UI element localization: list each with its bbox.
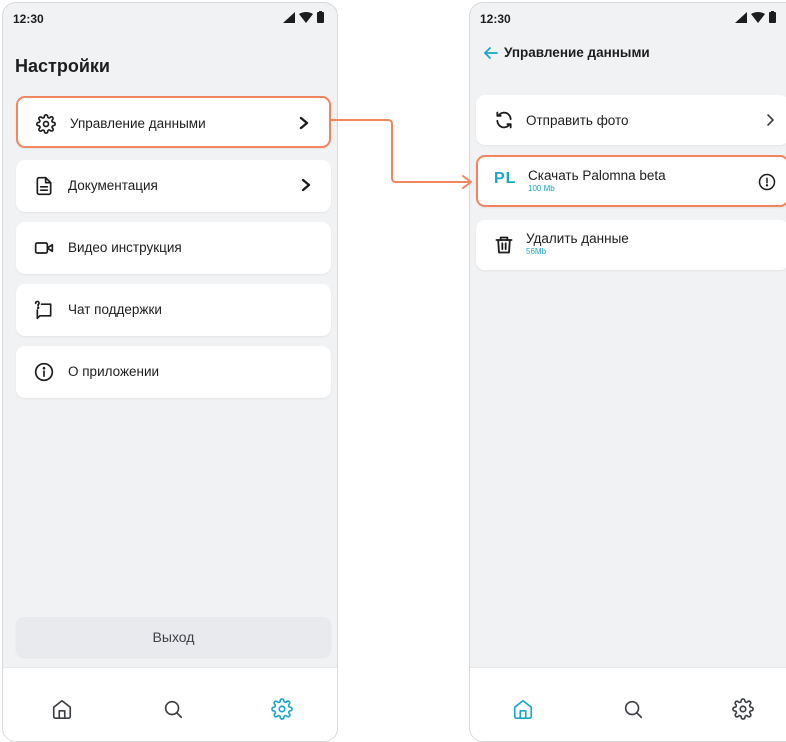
status-icons	[735, 11, 776, 23]
status-bar: 12:30	[470, 3, 786, 31]
menu-item-video-guide[interactable]: Видео инструкция	[16, 222, 331, 274]
chat-icon	[34, 300, 52, 320]
arrow-left-icon[interactable]	[484, 46, 498, 60]
menu-item-about[interactable]: О приложении	[16, 346, 331, 398]
status-time: 12:30	[13, 12, 44, 26]
file-size: 100 Mb	[528, 184, 555, 193]
page-title: Управление данными	[504, 45, 650, 60]
menu-item-support-chat[interactable]: Чат поддержки	[16, 284, 331, 336]
data-management-screen: 12:30 Управление данными Отправить фото …	[469, 2, 786, 742]
status-icons	[283, 11, 324, 23]
palomna-logo: PL	[494, 170, 517, 187]
settings-screen: 12:30 Настройки Управление данными Докум…	[2, 2, 338, 742]
search-icon[interactable]	[162, 698, 184, 720]
search-icon[interactable]	[622, 698, 644, 720]
status-time: 12:30	[480, 12, 511, 26]
menu-item-label: Скачать Palomna beta	[528, 168, 666, 183]
bottom-nav	[3, 667, 337, 741]
menu-item-documentation[interactable]: Документация	[16, 160, 331, 212]
page-title: Настройки	[15, 56, 110, 76]
wifi-icon	[299, 11, 313, 23]
menu-item-label: Управление данными	[70, 116, 206, 131]
logout-button[interactable]: Выход	[16, 617, 331, 657]
gear-icon	[36, 114, 56, 134]
signal-icon	[735, 11, 747, 23]
file-size: 56Mb	[526, 247, 547, 256]
status-bar: 12:30	[3, 3, 337, 31]
sync-icon	[496, 111, 512, 129]
signal-icon	[283, 11, 295, 23]
menu-item-label: Удалить данные	[526, 231, 629, 246]
menu-item-send-photo[interactable]: Отправить фото	[476, 95, 786, 145]
menu-item-label: Видео инструкция	[68, 240, 182, 255]
gear-icon[interactable]	[732, 698, 754, 720]
menu-item-label: О приложении	[68, 364, 160, 379]
menu-item-delete-data[interactable]: Удалить данные 56Mb	[476, 220, 786, 270]
menu-item-label: Документация	[68, 178, 158, 193]
bottom-nav	[470, 667, 786, 741]
home-icon[interactable]	[512, 698, 534, 720]
menu-item-label: Отправить фото	[526, 113, 629, 128]
back-header[interactable]: Управление данными	[484, 45, 650, 60]
menu-item-label: Чат поддержки	[68, 302, 162, 317]
chevron-right-icon	[767, 114, 774, 126]
wifi-icon	[751, 11, 765, 23]
home-icon[interactable]	[51, 698, 73, 720]
gear-icon[interactable]	[271, 698, 293, 720]
chevron-right-icon	[299, 116, 309, 130]
menu-item-data-management[interactable]: Управление данными	[16, 96, 331, 148]
alert-icon[interactable]	[758, 173, 776, 191]
trash-icon	[495, 236, 513, 254]
document-icon	[36, 176, 52, 196]
battery-icon	[769, 11, 776, 23]
chevron-right-icon	[301, 178, 311, 192]
menu-item-download-palomna[interactable]: PL Скачать Palomna beta 100 Mb	[476, 155, 786, 207]
battery-icon	[317, 11, 324, 23]
info-icon	[34, 362, 54, 382]
video-icon	[34, 242, 54, 254]
